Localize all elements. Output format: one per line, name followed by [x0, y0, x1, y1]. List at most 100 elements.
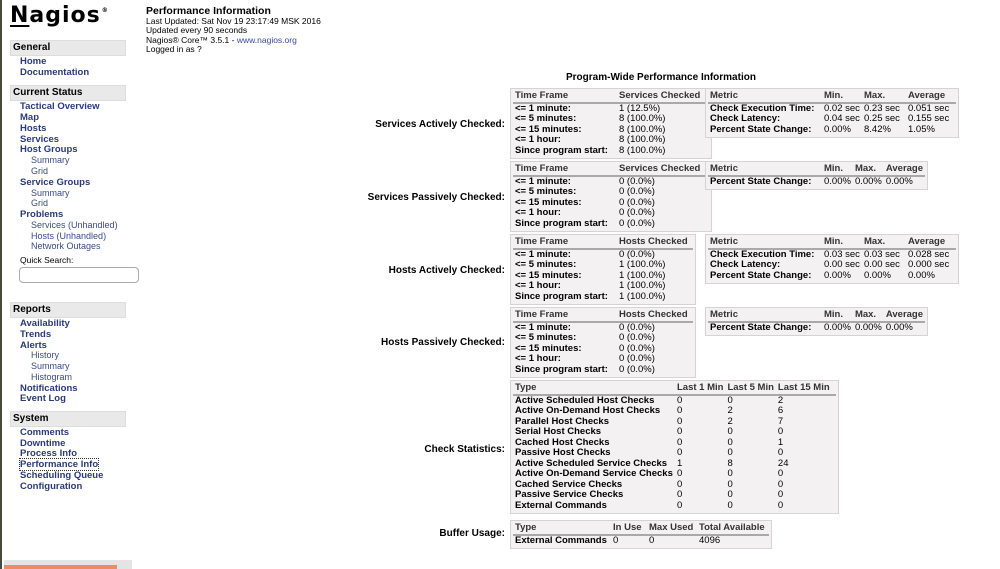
row-label: <= 1 hour:: [515, 353, 561, 364]
nav-tactical-overview[interactable]: Tactical Overview: [20, 101, 100, 112]
column-header: Time Frame: [513, 90, 617, 104]
cell-value: 1: [677, 457, 683, 469]
label-hosts-active: Hosts Actively Checked:: [388, 265, 505, 276]
page-title: Program-Wide Performance Information: [566, 72, 756, 83]
row-label: Check Latency:: [710, 259, 781, 270]
nagios-logo[interactable]: Nagios®: [10, 3, 109, 28]
cell-value: 0: [727, 394, 733, 406]
cell-value: 0: [777, 468, 784, 479]
nav-service-groups-grid[interactable]: Grid: [31, 198, 48, 208]
nav-host-groups-summary[interactable]: Summary: [31, 155, 70, 165]
nav-home[interactable]: Home: [20, 56, 46, 67]
nav-performance-info[interactable]: Performance Info: [18, 458, 100, 471]
nav-map[interactable]: Map: [20, 112, 39, 123]
nav-network-outages[interactable]: Network Outages: [31, 241, 101, 251]
cell-value: 0: [727, 447, 733, 458]
services-active-timeframe-table: Time Frame Services Checked <= 1 minute: 1 …: [510, 88, 712, 159]
nav-problems-hosts-unhandled[interactable]: (Unhandled): [57, 231, 107, 241]
quick-search-input[interactable]: [19, 267, 139, 283]
cell-value: 0.00%: [824, 123, 851, 135]
cell-value: 0: [777, 499, 784, 511]
row-label: Percent State Change:: [710, 321, 812, 333]
cell-value: 0: [677, 499, 683, 511]
nav-scheduling-queue[interactable]: Scheduling Queue: [20, 470, 103, 481]
hosts-passive-timeframe-table-grid: Time Frame Hosts Checked <= 1 minute: 0 (0.…: [513, 309, 693, 375]
row-label: Since program start:: [515, 290, 608, 302]
cell-value: 0.155 sec: [908, 113, 950, 124]
hosts-active-timeframe-table-grid: Time Frame Hosts Checked <= 1 minute: 0 (0.…: [513, 236, 693, 302]
cell-value: 0: [727, 489, 733, 500]
column-header: Average: [883, 309, 926, 323]
nav-alerts-summary[interactable]: Summary: [31, 361, 70, 371]
hosts-active-timeframe-table: Time Frame Hosts Checked <= 1 minute: 0 (0.…: [510, 234, 696, 305]
nav-service-groups[interactable]: Service Groups: [20, 177, 90, 188]
cell-value: 0: [677, 478, 683, 490]
table-header-row: Type Last 1 Min Last 5 Min Last 15 Min: [513, 382, 836, 396]
nav-configuration[interactable]: Configuration: [20, 481, 82, 492]
nagios-website-link[interactable]: www.nagios.org: [237, 35, 297, 45]
column-header: Max.: [862, 90, 906, 104]
horizontal-scrollbar[interactable]: [4, 560, 132, 569]
table-row: Active On-Demand Host Checks 0 2 6: [513, 405, 836, 417]
cell-value: 0 (0.0%): [619, 207, 655, 218]
row-label: Since program start:: [515, 217, 608, 229]
cell-value: 0: [727, 426, 733, 437]
nav-problems-services[interactable]: Services: [31, 220, 66, 230]
buffer-usage-table-grid: Type In Use Max Used Total Available Externa…: [513, 522, 769, 546]
cell-value: 1 (100.0%): [619, 290, 666, 302]
scrollbar-thumb[interactable]: [4, 565, 117, 569]
cell-value: 1: [777, 436, 784, 448]
row-label: Percent State Change:: [710, 175, 812, 187]
table-row: <= 5 minutes: 0 (0.0%): [513, 332, 693, 344]
row-label: Serial Host Checks: [515, 426, 602, 437]
nav-host-groups[interactable]: Host Groups: [20, 144, 78, 155]
nav-host-groups-grid[interactable]: Grid: [31, 166, 48, 176]
cell-value: 0.00%: [824, 321, 851, 333]
table-row: <= 1 hour: 0 (0.0%): [513, 207, 709, 219]
cell-value: 0.25 sec: [864, 113, 900, 124]
cell-value: 0: [727, 478, 733, 490]
nav-alerts-histogram[interactable]: Histogram: [31, 372, 72, 382]
column-header: Min.: [822, 90, 862, 104]
column-header: Min.: [822, 163, 853, 177]
row-label: External Commands: [515, 499, 607, 511]
nav-problems[interactable]: Problems: [20, 209, 63, 220]
column-header: Max.: [852, 163, 884, 177]
column-header: Type: [513, 382, 675, 396]
nav-comments[interactable]: Comments: [20, 427, 69, 438]
table-row: <= 5 minutes: 8 (100.0%): [513, 113, 709, 125]
nav-availability[interactable]: Availability: [20, 318, 70, 329]
logo-text: agios: [29, 3, 101, 28]
table-row: Since program start: 0 (0.0%): [513, 217, 709, 230]
services-passive-metrics-table-grid: Metric Min. Max. Average Percent State Chang…: [708, 163, 926, 187]
logged-in: Logged in as ?: [146, 43, 202, 54]
cell-value: 8.42%: [864, 123, 891, 135]
table-header-row: Metric Min. Max. Average: [708, 90, 956, 104]
nav-section-current-status: Current Status: [10, 85, 126, 101]
column-header: Average: [906, 236, 956, 250]
services-active-timeframe-table-grid: Time Frame Services Checked <= 1 minute: 1 …: [513, 90, 709, 156]
quick-search-label: Quick Search:: [20, 255, 74, 265]
nav-problems-services-unhandled[interactable]: (Unhandled): [68, 220, 118, 230]
cell-value: 0.00%: [864, 269, 891, 281]
cell-value: 0: [677, 489, 683, 500]
nav-alerts-history[interactable]: History: [31, 350, 59, 360]
column-header: Min.: [822, 236, 862, 250]
hosts-passive-metrics-table: Metric Min. Max. Average Percent State Chang…: [705, 307, 929, 336]
nav-event-log[interactable]: Event Log: [20, 393, 66, 404]
cell-value: 0: [727, 468, 733, 479]
nav-hosts[interactable]: Hosts: [20, 123, 46, 134]
row-label: Active On-Demand Host Checks: [515, 405, 661, 416]
cell-value: 0 (0.0%): [619, 353, 655, 364]
row-label: <= 5 minutes:: [515, 186, 577, 197]
check-statistics-table: Type Last 1 Min Last 5 Min Last 15 Min Activ…: [510, 380, 839, 514]
row-label: Since program start:: [515, 363, 608, 375]
nav-process-info[interactable]: Process Info: [20, 448, 77, 459]
nav-trends[interactable]: Trends: [20, 329, 51, 340]
nav-service-groups-summary[interactable]: Summary: [31, 188, 70, 198]
cell-value: 8 (100.0%): [619, 144, 666, 156]
nav-documentation[interactable]: Documentation: [20, 67, 89, 78]
column-header: Time Frame: [513, 163, 617, 177]
nav-problems-hosts[interactable]: Hosts: [31, 231, 54, 241]
hosts-passive-metrics-table-grid: Metric Min. Max. Average Percent State Chang…: [708, 309, 926, 333]
